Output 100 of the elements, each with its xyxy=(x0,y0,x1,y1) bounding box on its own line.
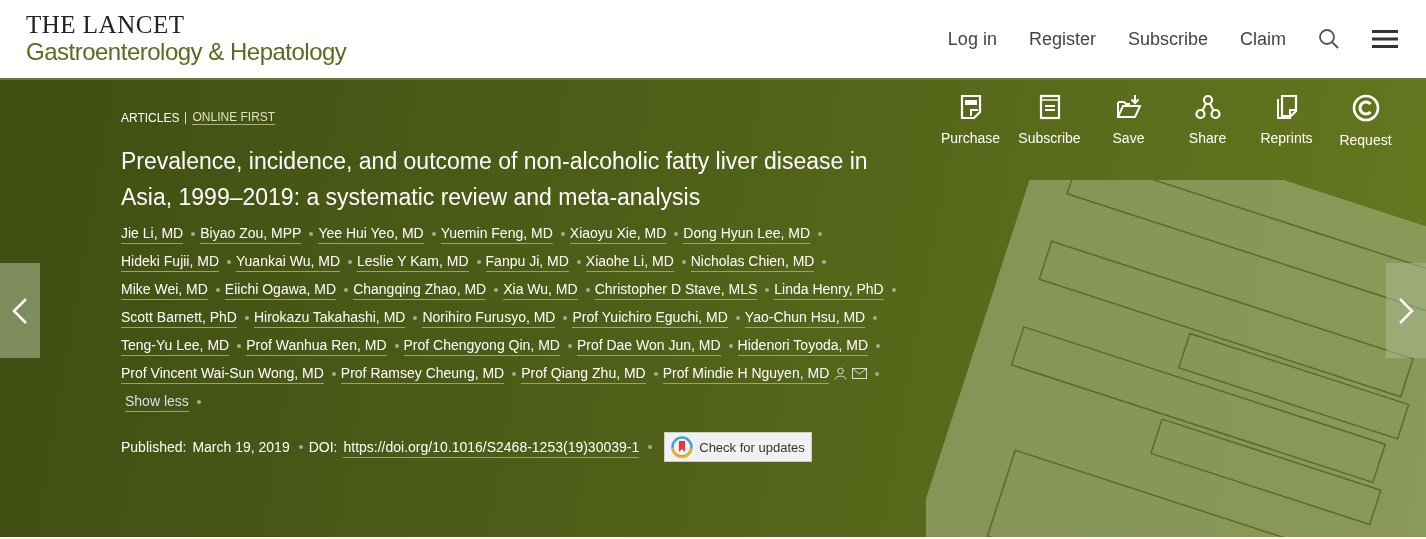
person-icon xyxy=(834,367,848,380)
author-link[interactable]: Xiaohe Li, MD xyxy=(585,251,674,272)
check-for-updates-button[interactable]: Check for updates xyxy=(664,432,812,462)
author-link[interactable]: Hirokazu Takahashi, MD xyxy=(253,307,406,328)
author-link[interactable]: Christopher D Stave, MLS xyxy=(594,279,758,300)
separator-dot xyxy=(413,315,418,320)
bookmark-circle-icon xyxy=(671,436,694,458)
separator-dot xyxy=(394,343,399,348)
copyright-icon xyxy=(1351,94,1380,122)
search-icon[interactable] xyxy=(1318,28,1340,50)
separator-dot xyxy=(876,343,881,348)
menu-icon[interactable] xyxy=(1372,29,1398,49)
separator-dot xyxy=(244,315,249,320)
separator-dot xyxy=(873,315,878,320)
nav-link[interactable]: Subscribe xyxy=(1127,28,1208,50)
separator-dot xyxy=(494,287,499,292)
author-link[interactable]: Leslie Y Kam, MD xyxy=(357,251,469,272)
author-link[interactable]: Prof Chengyong Qin, MD xyxy=(403,335,560,356)
separator-dot xyxy=(674,231,679,236)
action-button[interactable]: Share xyxy=(1168,94,1247,146)
author-link[interactable]: Prof Wanhua Ren, MD xyxy=(246,335,387,356)
separator-dot xyxy=(237,343,242,348)
separator-dot xyxy=(563,315,568,320)
journal-logo-subtitle[interactable]: Gastroenterology & Hepatology xyxy=(26,38,347,66)
author-link[interactable]: Teng-Yu Lee, MD xyxy=(121,335,230,356)
author-link[interactable]: Hidenori Toyoda, MD xyxy=(737,335,869,356)
separator-dot xyxy=(735,315,740,320)
author-link[interactable]: Prof Qiang Zhu, MD xyxy=(521,363,646,384)
separator-dot xyxy=(309,231,314,236)
nav-link[interactable]: Claim xyxy=(1240,28,1286,50)
separator-dot xyxy=(875,371,880,376)
separator-dot xyxy=(344,287,349,292)
separator-dot xyxy=(196,399,201,404)
doi-link[interactable]: https://doi.org/10.1016/S2468-1253(19)30039-1 xyxy=(343,436,640,458)
author-link[interactable]: Xia Wu, MD xyxy=(503,279,578,300)
author-link[interactable]: Jie Li, MD xyxy=(121,223,184,244)
author-link[interactable]: Prof Dae Won Jun, MD xyxy=(576,335,721,356)
separator-dot xyxy=(728,343,733,348)
separator-dot xyxy=(818,231,823,236)
separator-dot xyxy=(653,371,658,376)
separator-dot xyxy=(215,287,220,292)
separator-dot xyxy=(567,343,572,348)
action-button[interactable]: Purchase xyxy=(931,94,1010,146)
separator-dot xyxy=(298,445,303,449)
category-label: ARTICLES xyxy=(121,110,180,125)
author-link[interactable]: Prof Yuichiro Eguchi, MD xyxy=(572,307,728,328)
published-date: March 19, 2019 xyxy=(192,439,290,455)
author-link[interactable]: Dong Hyun Lee, MD xyxy=(683,223,811,244)
separator-dot xyxy=(227,259,231,264)
separator-dot xyxy=(331,371,336,376)
separator-dot xyxy=(431,231,436,236)
author-link[interactable]: Eiichi Ogawa, MD xyxy=(224,279,337,300)
author-link[interactable]: Nicholas Chien, MD xyxy=(690,251,815,272)
separator-dot xyxy=(891,287,896,292)
author-link[interactable]: Hideki Fujii, MD xyxy=(121,251,219,272)
author-link[interactable]: Changqing Zhao, MD xyxy=(353,279,487,300)
email-icon[interactable] xyxy=(852,368,868,379)
show-less-link[interactable]: Show less xyxy=(125,391,189,412)
separator-dot xyxy=(765,287,770,292)
author-link[interactable]: Biyao Zou, MPP xyxy=(200,223,302,244)
share-icon xyxy=(1194,94,1221,120)
author-link[interactable]: Yuankai Wu, MD xyxy=(236,251,341,272)
nav-link[interactable]: Register xyxy=(1028,28,1096,50)
separator-dot xyxy=(576,259,581,264)
author-link[interactable]: Xiaoyu Xie, MD xyxy=(569,223,667,244)
document-icon xyxy=(1038,94,1061,120)
author-link[interactable]: Norihiro Furusyo, MD xyxy=(422,307,556,328)
separator-dot xyxy=(348,259,353,264)
article-title: Prevalence, incidence, and outcome of non-alcoholic fatty liver disease in Asia, 1999–2019: a systematic review and meta-analysis xyxy=(121,147,869,212)
separator-dot xyxy=(648,445,653,449)
separator-dot xyxy=(822,259,827,264)
category-link[interactable]: ONLINE FIRST xyxy=(192,110,276,125)
published-label: Published: xyxy=(121,439,187,455)
copies-icon xyxy=(1274,94,1299,120)
author-link[interactable]: Fanpu Ji, MD xyxy=(485,251,569,272)
action-button[interactable]: Save xyxy=(1089,94,1168,146)
chevron-left-icon xyxy=(12,296,28,325)
journal-logo-title[interactable]: THE LANCET xyxy=(26,12,347,38)
author-link[interactable]: Yao-Chun Hsu, MD xyxy=(744,307,866,328)
nav-link[interactable]: Log in xyxy=(947,28,997,50)
doi-label: DOI: xyxy=(308,439,338,455)
author-link[interactable]: Yee Hui Yeo, MD xyxy=(318,223,424,244)
action-button[interactable]: Subscribe xyxy=(1010,94,1089,146)
author-link[interactable]: Prof Mindie H Nguyen, MD xyxy=(662,363,830,384)
author-link[interactable]: Linda Henry, PhD xyxy=(774,279,884,300)
author-link[interactable]: Scott Barnett, PhD xyxy=(121,307,237,328)
separator-dot xyxy=(191,231,196,236)
action-button[interactable]: Reprints xyxy=(1247,94,1326,146)
author-link[interactable]: Yuemin Feng, MD xyxy=(440,223,553,244)
separator-dot xyxy=(476,259,481,264)
author-link[interactable]: Mike Wei, MD xyxy=(121,279,208,300)
separator-dot xyxy=(512,371,517,376)
author-link[interactable]: Prof Vincent Wai-Sun Wong, MD xyxy=(121,363,324,384)
folder-download-icon xyxy=(1115,94,1142,120)
chevron-right-icon xyxy=(1398,296,1414,325)
pdf-icon xyxy=(958,94,983,120)
separator-dot xyxy=(585,287,590,292)
author-link[interactable]: Prof Ramsey Cheung, MD xyxy=(340,363,505,384)
action-button[interactable]: Request xyxy=(1326,94,1405,148)
separator-dot xyxy=(681,259,686,264)
